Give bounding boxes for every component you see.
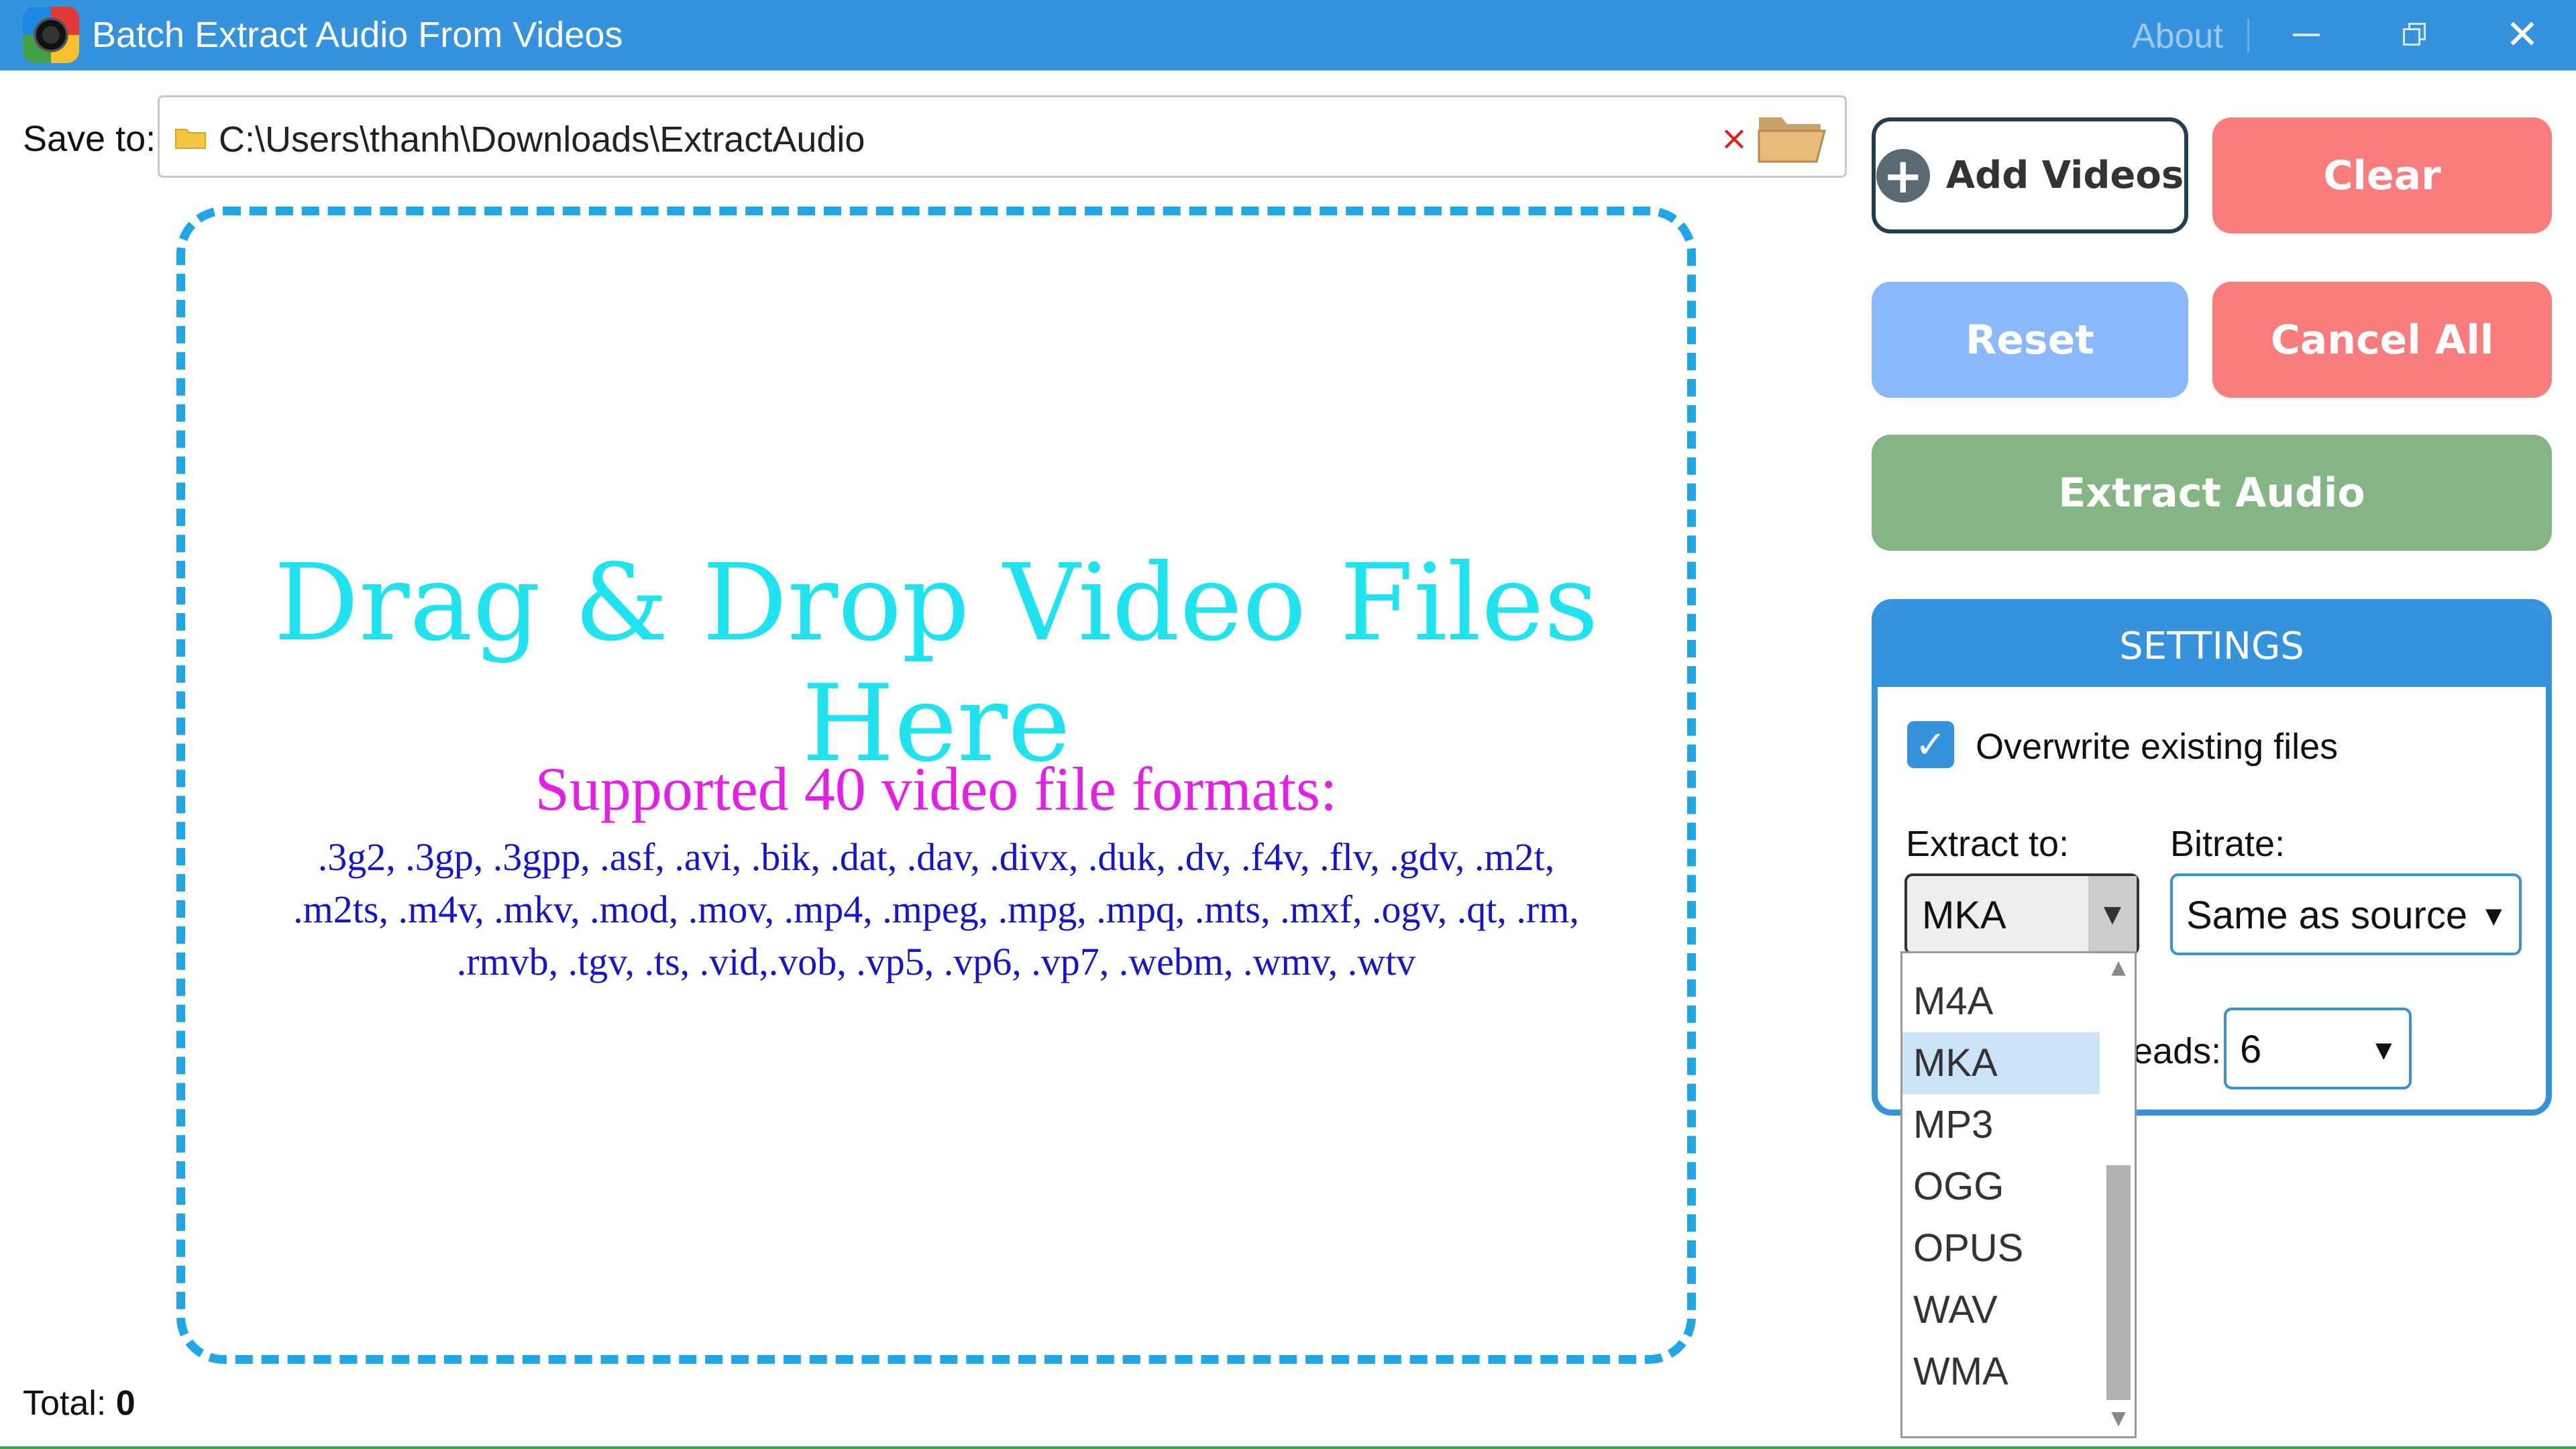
chevron-down-icon: ▼ xyxy=(2375,1037,2392,1063)
extract-to-value: MKA xyxy=(1922,894,2006,937)
about-link[interactable]: About xyxy=(2132,15,2223,58)
clear-path-icon[interactable]: × xyxy=(1720,115,1748,162)
formats-line: .rmvb, .tgv, .ts, .vid,.vob, .vp5, .vp6,… xyxy=(456,940,1416,983)
folder-icon xyxy=(175,129,206,149)
threads-select[interactable]: 6 ▼ xyxy=(2224,1008,2412,1089)
overwrite-checkbox[interactable]: ✓ xyxy=(1907,721,1954,768)
close-icon: ✕ xyxy=(2505,11,2540,58)
folder-open-icon[interactable] xyxy=(1755,111,1829,166)
scrollbar-thumb[interactable] xyxy=(2106,1165,2131,1400)
format-option-mka[interactable]: MKA xyxy=(1902,1032,2100,1094)
format-option-ogg[interactable]: OGG xyxy=(1902,1156,2100,1218)
formats-line: .m2ts, .m4v, .mkv, .mod, .mov, .mp4, .mp… xyxy=(293,888,1579,931)
bitrate-select[interactable]: Same as source ▼ xyxy=(2170,873,2522,955)
format-option-wma[interactable]: WMA xyxy=(1902,1341,2100,1403)
chevron-down-icon: ▼ xyxy=(2485,903,2502,928)
format-option-m4a[interactable]: M4A xyxy=(1902,971,2100,1032)
title-separator xyxy=(2247,19,2249,52)
cancel-all-button[interactable]: Cancel All xyxy=(2212,282,2552,398)
format-option-mp3[interactable]: MP3 xyxy=(1902,1094,2100,1156)
clear-button[interactable]: Clear xyxy=(2212,117,2552,233)
drop-zone-title: Drag & Drop Video Files Here xyxy=(274,541,1599,786)
checkmark-icon: ✓ xyxy=(1915,722,1947,767)
settings-header: SETTINGS xyxy=(1878,605,2546,687)
extract-to-select[interactable]: MKA ▼ xyxy=(1904,873,2139,955)
threads-value: 6 xyxy=(2240,1028,2262,1071)
threads-label: eads: xyxy=(2133,1031,2222,1071)
overwrite-label[interactable]: Overwrite existing files xyxy=(1976,724,2338,769)
add-videos-button[interactable]: + Add Videos xyxy=(1872,117,2188,233)
formats-line: .3g2, .3gp, .3gpp, .asf, .avi, .bik, .da… xyxy=(317,835,1555,879)
window-title: Batch Extract Audio From Videos xyxy=(92,15,623,55)
supported-formats-heading: Supported 40 video file formats: xyxy=(535,755,1338,823)
bottom-border xyxy=(0,1446,2576,1449)
total-label: Total: xyxy=(23,1384,107,1423)
minimize-icon xyxy=(2293,34,2320,36)
drop-zone[interactable]: Drag & Drop Video Files Here Supported 4… xyxy=(176,207,1696,1364)
save-to-label: Save to: xyxy=(23,119,156,159)
save-path-text: C:\Users\thanh\Downloads\ExtractAudio xyxy=(219,119,865,160)
bitrate-label: Bitrate: xyxy=(2170,824,2286,864)
extract-audio-button[interactable]: Extract Audio xyxy=(1872,435,2552,551)
add-videos-label: Add Videos xyxy=(1945,154,2184,197)
title-bar: Batch Extract Audio From Videos About ✕ xyxy=(0,0,2576,70)
save-path-field[interactable]: C:\Users\thanh\Downloads\ExtractAudio × xyxy=(158,95,1847,178)
scroll-down-arrow-icon[interactable]: ▼ xyxy=(2104,1407,2133,1434)
restore-button[interactable] xyxy=(2375,7,2455,63)
app-icon xyxy=(23,7,79,63)
chevron-down-icon[interactable]: ▼ xyxy=(2088,876,2137,953)
restore-icon xyxy=(2403,23,2427,47)
close-button[interactable]: ✕ xyxy=(2482,7,2563,63)
total-value: 0 xyxy=(115,1384,136,1423)
minimize-button[interactable] xyxy=(2266,7,2347,63)
reset-button[interactable]: Reset xyxy=(1872,282,2188,398)
extract-to-label: Extract to: xyxy=(1906,824,2070,864)
scroll-up-arrow-icon[interactable]: ▲ xyxy=(2104,956,2133,983)
format-option-opus[interactable]: OPUS xyxy=(1902,1218,2100,1279)
plus-icon: + xyxy=(1876,148,1930,203)
format-option-wav[interactable]: WAV xyxy=(1902,1279,2100,1341)
total-count: Total: 0 xyxy=(23,1382,136,1425)
bitrate-value: Same as source xyxy=(2186,894,2468,937)
extract-format-dropdown-list[interactable]: M4A MKA MP3 OGG OPUS WAV WMA ▲ ▼ xyxy=(1900,951,2137,1438)
